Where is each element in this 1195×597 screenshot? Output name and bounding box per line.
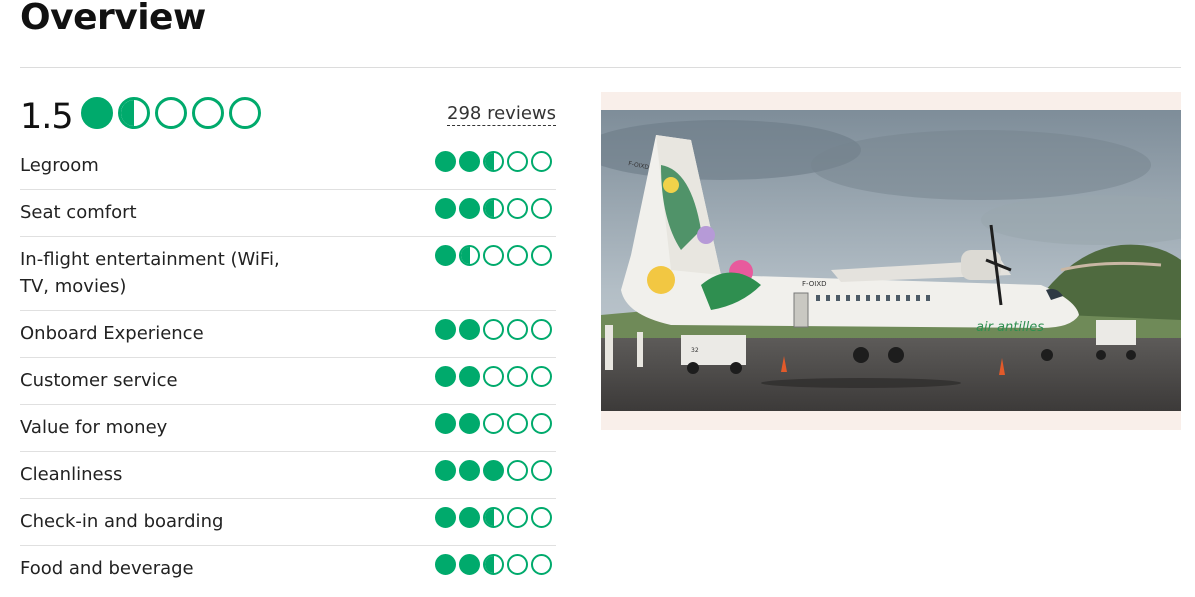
subrating-bubble-empty-icon	[507, 151, 528, 172]
subrating-bubble-empty-icon	[531, 366, 552, 387]
subrating-bubble-full-icon	[459, 319, 480, 340]
subrating-label: Onboard Experience	[20, 323, 204, 344]
subrating-bubble-full-icon	[483, 460, 504, 481]
subrating-bubble-full-icon	[435, 151, 456, 172]
subrating-label: Check-in and boarding	[20, 511, 224, 532]
subrating-bubble-half-icon	[483, 151, 504, 172]
subrating-bubble-half-icon	[483, 507, 504, 528]
subrating-bubble-half-icon	[483, 554, 504, 575]
subrating-bubble-full-icon	[435, 366, 456, 387]
subrating-bubble-full-icon	[435, 554, 456, 575]
overall-rating-bubble-empty-icon	[192, 97, 224, 129]
subrating-bubble-empty-icon	[483, 413, 504, 434]
subrating-row: In-flight entertainment (WiFi, TV, movie…	[20, 237, 556, 311]
subrating-row: Seat comfort	[20, 190, 556, 237]
title-divider	[20, 67, 1181, 68]
subrating-bubble-full-icon	[435, 413, 456, 434]
subrating-row: Check-in and boarding	[20, 499, 556, 546]
subrating-label: In-flight entertainment (WiFi, TV, movie…	[20, 249, 280, 297]
subrating-row: Food and beverage	[20, 546, 556, 592]
subrating-bubble-full-icon	[459, 198, 480, 219]
subrating-row: Onboard Experience	[20, 311, 556, 358]
subrating-bubble-empty-icon	[483, 319, 504, 340]
subrating-bubble-empty-icon	[531, 151, 552, 172]
body-registration: F-OIXD	[802, 280, 827, 288]
subrating-label: Food and beverage	[20, 558, 194, 579]
subrating-bubble-empty-icon	[507, 507, 528, 528]
subrating-row: Legroom	[20, 143, 556, 190]
subrating-bubbles	[435, 245, 552, 266]
airline-photo-frame: F-OIXD F-OIXD air antilles 32	[601, 92, 1181, 430]
subrating-bubble-empty-icon	[531, 319, 552, 340]
subrating-bubble-full-icon	[435, 245, 456, 266]
subrating-row: Cleanliness	[20, 452, 556, 499]
subrating-bubble-full-icon	[435, 198, 456, 219]
overall-rating-bubble-empty-icon	[229, 97, 261, 129]
subrating-bubble-empty-icon	[483, 245, 504, 266]
subrating-bubble-half-icon	[483, 198, 504, 219]
subrating-bubble-empty-icon	[531, 198, 552, 219]
airline-photo[interactable]: F-OIXD F-OIXD air antilles 32	[601, 110, 1181, 411]
subrating-bubble-empty-icon	[531, 413, 552, 434]
subrating-bubble-empty-icon	[507, 319, 528, 340]
subrating-bubble-empty-icon	[507, 413, 528, 434]
overall-rating-bubbles	[81, 97, 261, 129]
subrating-row: Customer service	[20, 358, 556, 405]
airline-brand-text: air antilles	[976, 320, 1044, 335]
subrating-bubbles	[435, 507, 552, 528]
subrating-bubble-full-icon	[459, 507, 480, 528]
subrating-bubbles	[435, 366, 552, 387]
subrating-bubble-empty-icon	[507, 245, 528, 266]
stand-number: 32	[691, 347, 699, 354]
overall-rating-bubble-empty-icon	[155, 97, 187, 129]
subrating-bubbles	[435, 460, 552, 481]
subrating-bubble-empty-icon	[507, 460, 528, 481]
subrating-bubble-empty-icon	[507, 554, 528, 575]
subrating-bubble-full-icon	[435, 507, 456, 528]
subrating-bubble-empty-icon	[531, 554, 552, 575]
subrating-bubble-empty-icon	[531, 460, 552, 481]
subrating-bubble-full-icon	[435, 460, 456, 481]
subrating-bubble-full-icon	[459, 366, 480, 387]
subrating-bubbles	[435, 151, 552, 172]
subrating-bubble-full-icon	[459, 554, 480, 575]
subrating-label: Customer service	[20, 370, 178, 391]
subrating-bubble-full-icon	[459, 460, 480, 481]
subratings-list: Legroom Seat comfort In-flight entertainme…	[20, 143, 556, 592]
subrating-bubble-full-icon	[459, 413, 480, 434]
overall-rating: 1.5 298 reviews	[20, 93, 556, 137]
subrating-bubbles	[435, 554, 552, 575]
reviews-count-link[interactable]: 298 reviews	[447, 103, 556, 126]
subrating-bubbles	[435, 413, 552, 434]
subrating-bubbles	[435, 319, 552, 340]
subrating-bubble-empty-icon	[483, 366, 504, 387]
subrating-label: Legroom	[20, 155, 99, 176]
subrating-bubble-empty-icon	[531, 507, 552, 528]
subrating-label: Cleanliness	[20, 464, 123, 485]
overall-rating-value: 1.5	[20, 97, 74, 137]
subrating-bubble-full-icon	[435, 319, 456, 340]
overall-rating-bubble-full-icon	[81, 97, 113, 129]
subrating-bubble-empty-icon	[531, 245, 552, 266]
subrating-bubbles	[435, 198, 552, 219]
overall-rating-bubble-half-icon	[118, 97, 150, 129]
subrating-bubble-empty-icon	[507, 198, 528, 219]
page-title: Overview	[20, 0, 206, 38]
subrating-label: Seat comfort	[20, 202, 137, 223]
subrating-label: Value for money	[20, 417, 168, 438]
subrating-bubble-empty-icon	[507, 366, 528, 387]
subrating-row: Value for money	[20, 405, 556, 452]
subrating-bubble-half-icon	[459, 245, 480, 266]
subrating-bubble-full-icon	[459, 151, 480, 172]
